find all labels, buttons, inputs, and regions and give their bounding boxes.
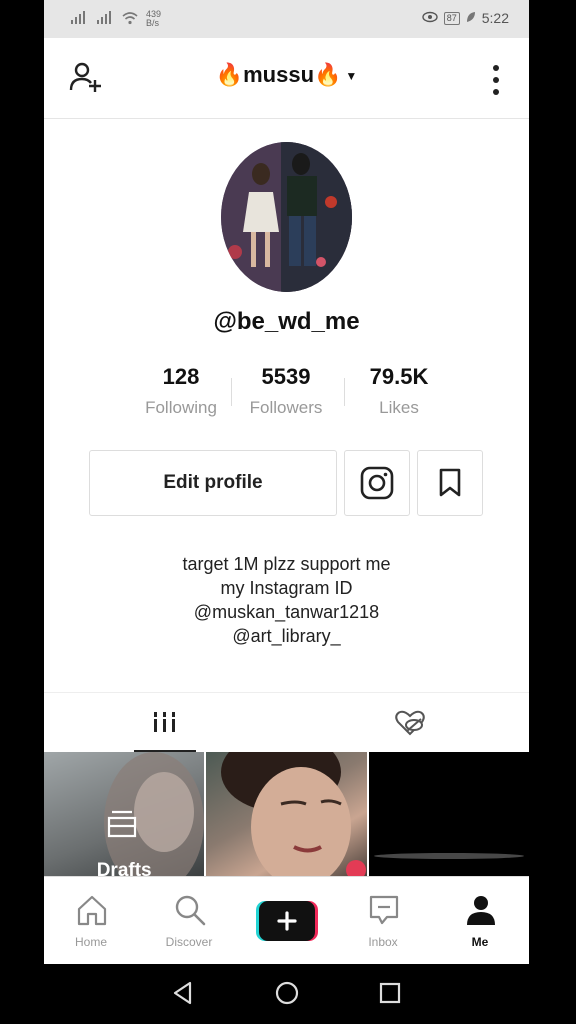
- inbox-icon: [367, 893, 401, 932]
- net-speed: 439 B/s: [146, 10, 161, 28]
- profile-icon: [464, 893, 498, 932]
- video-thumbnail: [373, 853, 524, 859]
- stat-label: Followers: [249, 398, 323, 417]
- tab-liked[interactable]: [379, 693, 441, 753]
- wifi-icon: [122, 11, 138, 28]
- clock: 5:22: [481, 10, 509, 26]
- eye-icon: [422, 10, 438, 26]
- search-icon: [173, 893, 207, 932]
- instagram-button[interactable]: [344, 450, 410, 516]
- profile-header: 🔥mussu🔥 ▼: [44, 38, 529, 119]
- home-icon: [75, 893, 109, 932]
- chevron-down-icon: ▼: [345, 69, 358, 84]
- tab-videos[interactable]: [134, 693, 196, 753]
- plus-icon: [256, 901, 318, 941]
- nav-label: Discover: [165, 935, 213, 949]
- recents-square-icon: [379, 982, 401, 1004]
- nav-label: Home: [74, 935, 107, 949]
- edit-profile-button[interactable]: Edit profile: [89, 450, 337, 516]
- stat-label: Likes: [379, 398, 419, 417]
- signal-icon-2: [96, 10, 114, 28]
- drafts-tile[interactable]: Drafts: [44, 752, 205, 876]
- back-button[interactable]: [170, 980, 196, 1011]
- stat-value: 79.5K: [369, 364, 429, 389]
- app-screen: 439 B/s 87 5:22 🔥mussu🔥 ▼ @be_wd_me 128 …: [44, 0, 529, 964]
- videos-grid-icon: [152, 711, 178, 732]
- stat-likes[interactable]: 79.5K Likes: [344, 364, 454, 418]
- stat-followers[interactable]: 5539 Followers: [231, 364, 341, 418]
- avatar-photo: [221, 142, 352, 292]
- stat-following[interactable]: 128 Following: [126, 364, 236, 418]
- stat-label: Following: [145, 398, 217, 417]
- net-speed-unit: B/s: [146, 18, 160, 28]
- status-bar: 439 B/s 87 5:22: [44, 0, 529, 38]
- bottom-nav: Home Discover Inbox Me: [44, 876, 529, 964]
- favorites-button[interactable]: [417, 450, 483, 516]
- video-thumbnail-tile[interactable]: [206, 752, 367, 876]
- nav-me[interactable]: Me: [435, 877, 525, 964]
- leaf-icon: [466, 10, 476, 26]
- account-switcher[interactable]: 🔥mussu🔥 ▼: [44, 62, 529, 88]
- drafts-icon: [106, 808, 138, 845]
- nav-inbox[interactable]: Inbox: [338, 877, 428, 964]
- profile-tabs: [44, 692, 529, 753]
- profile-stats: 128 Following 5539 Followers 79.5K Likes: [126, 364, 456, 424]
- bio: target 1M plzz support me my Instagram I…: [44, 552, 529, 648]
- bookmark-icon: [439, 468, 461, 497]
- avatar[interactable]: [221, 142, 352, 292]
- more-options-button[interactable]: [491, 62, 501, 98]
- more-vertical-icon: [493, 65, 499, 95]
- account-name: mussu: [243, 62, 315, 87]
- bio-line: my Instagram ID: [220, 578, 353, 598]
- bio-line[interactable]: @art_library_: [44, 624, 529, 648]
- signal-icon: [70, 10, 88, 28]
- nav-label: Inbox: [368, 935, 398, 949]
- battery-indicator: 87: [443, 11, 460, 25]
- recents-button[interactable]: [377, 980, 403, 1011]
- nav-discover[interactable]: Discover: [144, 877, 234, 964]
- system-navigation-bar: [0, 964, 576, 1024]
- video-grid: Drafts: [44, 752, 529, 876]
- home-system-button[interactable]: [274, 980, 300, 1011]
- fire-icon: 🔥: [215, 62, 244, 87]
- video-thumbnail: [221, 752, 367, 876]
- stat-value: 5539: [261, 364, 311, 389]
- fire-icon: 🔥: [314, 62, 342, 87]
- nav-home[interactable]: Home: [46, 877, 136, 964]
- create-button[interactable]: [256, 901, 318, 941]
- stat-value: 128: [162, 364, 200, 389]
- liked-hidden-icon: [395, 710, 425, 736]
- username: @be_wd_me: [213, 308, 360, 335]
- instagram-icon: [360, 466, 394, 500]
- bio-line: target 1M plzz support me: [182, 554, 391, 574]
- back-triangle-icon: [173, 981, 192, 1005]
- nav-label: Me: [471, 935, 489, 949]
- drafts-label: Drafts: [96, 860, 152, 876]
- video-thumbnail-tile[interactable]: [368, 752, 529, 876]
- bio-line[interactable]: @muskan_tanwar1218: [44, 600, 529, 624]
- home-circle-icon: [275, 981, 299, 1005]
